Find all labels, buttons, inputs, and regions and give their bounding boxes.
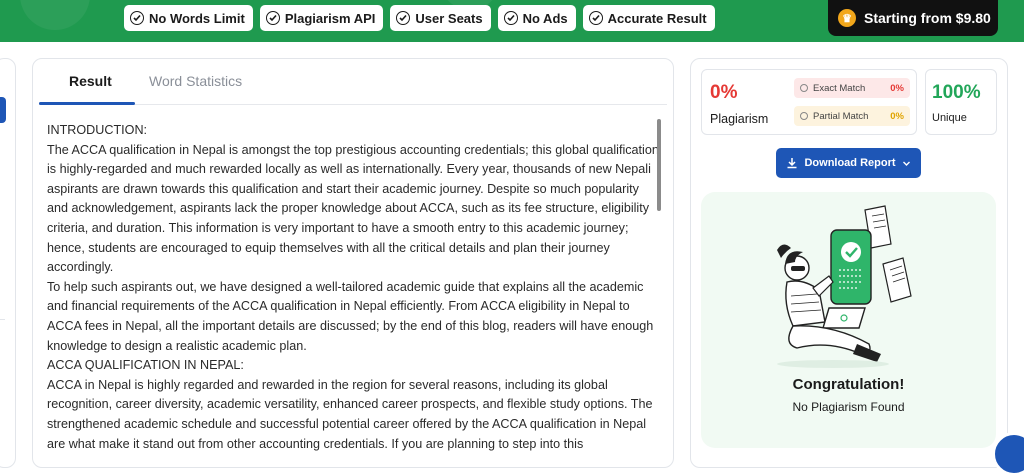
check-circle-icon (396, 11, 411, 25)
check-circle-icon (130, 11, 144, 25)
text-paragraph: ACCA in Nepal is highly regarded and rew… (47, 377, 653, 451)
result-text[interactable]: INTRODUCTION: The ACCA qualification in … (47, 121, 659, 461)
check-circle-icon (588, 11, 603, 25)
result-tabs: Result Word Statistics (39, 59, 667, 105)
feature-label: User Seats (415, 10, 483, 26)
text-paragraph: ACCA QUALIFICATION IN NEPAL: (47, 358, 244, 373)
partial-match-badge: Partial Match 0% (794, 106, 910, 126)
pricing-label: Starting from $9.80 (864, 10, 991, 26)
download-report-button[interactable]: Download Report (776, 148, 921, 178)
eye-icon (800, 84, 808, 92)
pricing-button[interactable]: ♛ Starting from $9.80 (828, 0, 998, 36)
congrats-title: Congratulation! (792, 376, 905, 393)
feature-label: Accurate Result (607, 10, 707, 26)
congrats-subtitle: No Plagiarism Found (792, 400, 905, 414)
tab-result[interactable]: Result (69, 73, 112, 89)
feature-label: No Ads (522, 10, 568, 26)
partial-match-value: 0% (890, 110, 904, 122)
check-circle-icon (503, 11, 518, 25)
feature-badge: Accurate Result (582, 5, 715, 31)
plagiarism-stats: 0% Plagiarism Exact Match 0% Partial Mat… (701, 69, 917, 135)
text-paragraph: To help such aspirants out, we have desi… (47, 279, 654, 353)
feature-badge: Plagiarism API (259, 5, 384, 31)
crown-icon: ♛ (838, 9, 856, 27)
divider (0, 319, 5, 320)
download-icon (787, 158, 797, 169)
top-banner: No Words Limit Plagiarism API User Seats… (0, 0, 1024, 42)
scrollbar-thumb[interactable] (657, 119, 661, 211)
unique-stats: 100% Unique (925, 69, 997, 135)
exact-match-badge: Exact Match 0% (794, 78, 910, 98)
unique-percent: 100% (932, 82, 981, 103)
download-label: Download Report (804, 157, 896, 169)
success-illustration (777, 205, 912, 368)
unique-label: Unique (932, 112, 967, 124)
check-circle-icon (265, 11, 280, 25)
partial-match-label: Partial Match (813, 110, 869, 122)
active-tab-indicator (39, 102, 135, 105)
plagiarism-percent: 0% (710, 82, 738, 103)
banner-decoration (20, 0, 90, 30)
feature-label: No Words Limit (149, 10, 245, 26)
eye-icon (800, 112, 808, 120)
feature-label: Plagiarism API (284, 10, 376, 26)
exact-match-label: Exact Match (813, 82, 866, 94)
chat-widget-button[interactable] (992, 432, 1024, 476)
chevron-down-icon (902, 161, 910, 166)
result-summary-card: Congratulation! No Plagiarism Found (701, 192, 996, 448)
input-panel-button[interactable] (0, 97, 6, 123)
exact-match-value: 0% (890, 82, 904, 94)
result-panel: Result Word Statistics INTRODUCTION: The… (32, 58, 674, 468)
tab-word-statistics[interactable]: Word Statistics (149, 73, 242, 89)
feature-list: No Words Limit Plagiarism API User Seats… (124, 5, 715, 31)
feature-badge: No Ads (497, 5, 576, 31)
text-paragraph: INTRODUCTION: (47, 123, 148, 137)
feature-badge: User Seats (390, 5, 491, 31)
text-paragraph: The ACCA qualification in Nepal is among… (47, 142, 659, 275)
report-panel: 0% Plagiarism Exact Match 0% Partial Mat… (690, 58, 1008, 468)
plagiarism-label: Plagiarism (710, 112, 769, 126)
feature-badge: No Words Limit (124, 5, 253, 31)
